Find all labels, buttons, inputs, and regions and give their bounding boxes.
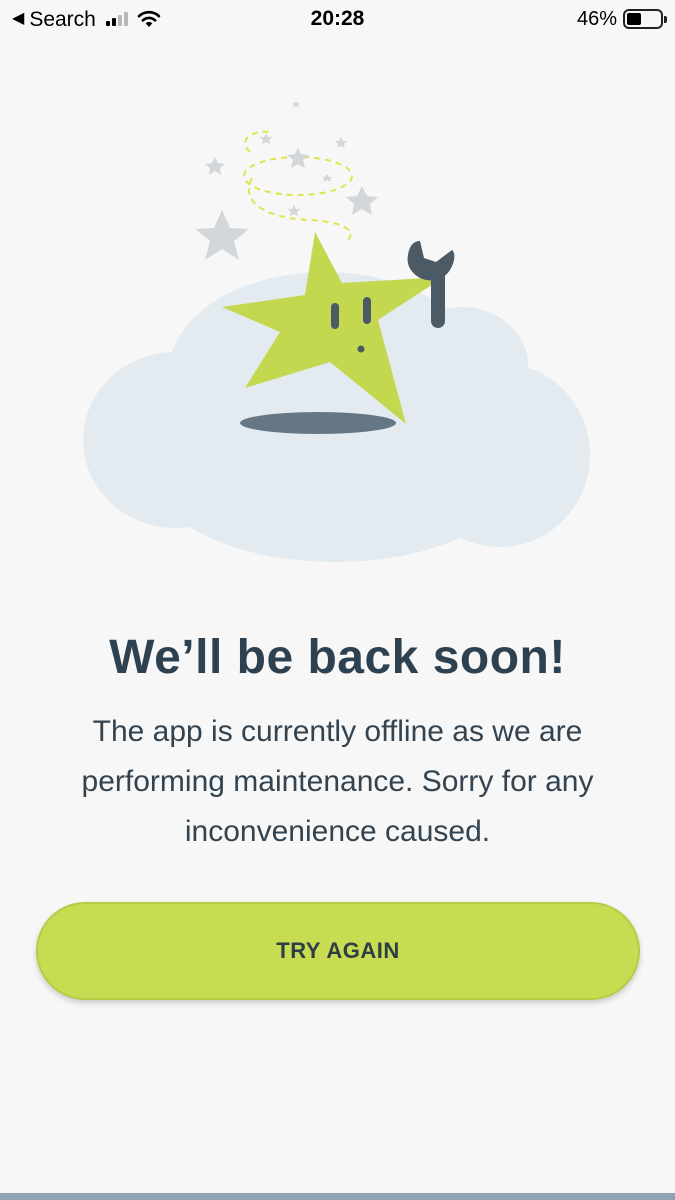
page-title: We’ll be back soon! <box>109 631 566 684</box>
maintenance-illustration <box>83 100 590 562</box>
star-shadow <box>240 412 396 434</box>
try-again-button[interactable]: TRY AGAIN <box>36 902 640 1000</box>
battery-percent: 46% <box>576 7 617 30</box>
battery-icon <box>623 9 667 29</box>
status-bar: ◀ Search 20:28 46% <box>0 0 675 38</box>
bottom-strip <box>0 1193 675 1200</box>
clock: 20:28 <box>310 7 365 30</box>
maintenance-message: The app is currently offline as we are p… <box>81 715 594 848</box>
